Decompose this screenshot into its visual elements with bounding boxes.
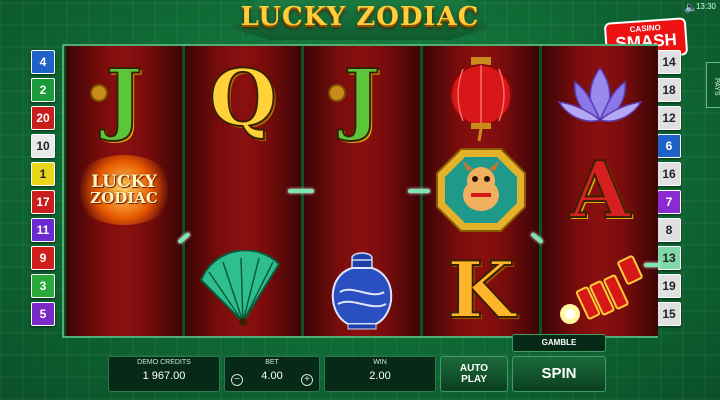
reel-4: K	[423, 46, 539, 338]
win-line-segment	[288, 189, 314, 193]
reel-1: J LUCKY ZODIAC	[66, 46, 182, 336]
payline-number-right[interactable]: 13	[657, 246, 681, 270]
autoplay-line1: AUTO	[459, 363, 489, 374]
bet-minus-button[interactable]: −	[231, 374, 243, 386]
symbol-a: A	[542, 142, 658, 238]
win-line-segment	[408, 189, 430, 193]
payline-number-left[interactable]: 11	[31, 218, 55, 242]
symbol-j: J	[304, 50, 420, 146]
payline-number-left[interactable]: 5	[31, 302, 55, 326]
win-line-segment	[644, 263, 660, 267]
payline-number-right[interactable]: 18	[657, 78, 681, 102]
symbol-letter: J	[343, 52, 382, 145]
autoplay-line2: PLAY	[461, 374, 487, 385]
gamble-button[interactable]: GAMBLE	[512, 334, 606, 352]
symbol-lantern	[423, 50, 539, 146]
payline-number-left[interactable]: 10	[31, 134, 55, 158]
payline-number-right[interactable]: 19	[657, 274, 681, 298]
wild-line2: ZODIAC	[90, 189, 158, 207]
payline-number-left[interactable]: 3	[31, 274, 55, 298]
lotus-icon	[557, 66, 643, 122]
payline-number-right[interactable]: 8	[657, 218, 681, 242]
vase-icon	[331, 252, 393, 330]
win-value: 2.00	[369, 370, 391, 382]
reel-3: J	[304, 46, 420, 336]
firecrackers-icon	[560, 255, 643, 324]
payline-number-right[interactable]: 6	[657, 134, 681, 158]
control-bar: DEMO CREDITS 1 967.00 BET 4.00 − + WIN 2…	[100, 334, 620, 392]
symbol-fan	[185, 242, 301, 338]
bet-label: BET	[265, 359, 279, 366]
payline-number-right[interactable]: 7	[657, 190, 681, 214]
reel-frame: J LUCKY ZODIAC Q J K A	[62, 44, 660, 338]
autoplay-button[interactable]: AUTO PLAY	[440, 356, 508, 392]
symbol-letter: J	[105, 52, 144, 145]
payline-number-right[interactable]: 12	[657, 106, 681, 130]
symbol-dog	[423, 142, 539, 238]
demo-credits-panel: DEMO CREDITS 1 967.00	[108, 356, 220, 392]
symbol-k: K	[423, 242, 539, 338]
symbol-q: Q	[185, 50, 301, 146]
lucky-zodiac-wild-icon: LUCKY ZODIAC	[72, 155, 176, 225]
dog-icon	[436, 148, 526, 232]
reel-5: A	[542, 46, 658, 336]
lantern-icon	[450, 57, 512, 142]
payline-numbers-left: 4 2 20 10 1 17 11 9 3 5	[31, 50, 55, 330]
payline-number-right[interactable]: 16	[657, 162, 681, 186]
coin-icon	[328, 84, 346, 102]
fan-icon	[199, 250, 281, 326]
payline-numbers-right: 14 18 12 6 16 7 8 13 19 15	[657, 50, 681, 330]
bet-panel: BET 4.00 − +	[224, 356, 320, 392]
demo-credits-label: DEMO CREDITS	[137, 359, 191, 366]
symbol-letter: A	[569, 144, 632, 237]
payline-number-right[interactable]: 15	[657, 302, 681, 326]
reel-2: Q	[185, 46, 301, 336]
symbol-vase	[304, 242, 420, 338]
payline-number-right[interactable]: 14	[657, 50, 681, 74]
symbol-j: J	[66, 50, 182, 146]
win-label: WIN	[373, 359, 387, 366]
pays-tab[interactable]: PAYS	[706, 62, 720, 108]
spin-button[interactable]: SPIN	[512, 356, 606, 392]
clock: 13:30	[695, 2, 716, 11]
payline-number-left[interactable]: 2	[31, 78, 55, 102]
win-panel: WIN 2.00	[324, 356, 436, 392]
symbol-letter: K	[446, 244, 516, 337]
symbol-wild: LUCKY ZODIAC	[66, 142, 182, 238]
bet-plus-button[interactable]: +	[301, 374, 313, 386]
symbol-firecrackers	[542, 242, 658, 338]
payline-number-left[interactable]: 4	[31, 50, 55, 74]
payline-number-left[interactable]: 20	[31, 106, 55, 130]
symbol-lotus	[542, 50, 658, 146]
demo-credits-value: 1 967.00	[142, 370, 186, 382]
payline-number-left[interactable]: 9	[31, 246, 55, 270]
payline-number-left[interactable]: 1	[31, 162, 55, 186]
coin-icon	[90, 84, 108, 102]
payline-number-left[interactable]: 17	[31, 190, 55, 214]
symbol-letter: Q	[208, 52, 278, 145]
